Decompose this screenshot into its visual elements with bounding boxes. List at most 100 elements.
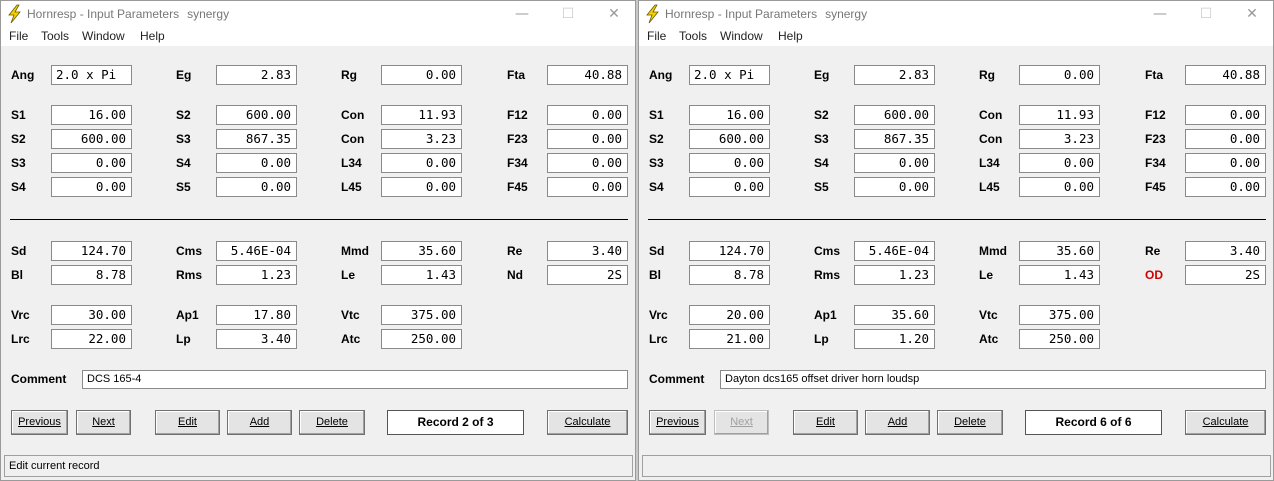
minimize-button[interactable]: — bbox=[499, 1, 545, 28]
field-s4[interactable]: 0.00 bbox=[854, 153, 935, 173]
field-l45[interactable]: 0.00 bbox=[1019, 177, 1100, 197]
label-nd[interactable]: Nd bbox=[507, 268, 523, 282]
field-f34[interactable]: 0.00 bbox=[1185, 153, 1266, 173]
field-s4[interactable]: 0.00 bbox=[216, 153, 297, 173]
field-f23[interactable]: 0.00 bbox=[1185, 129, 1266, 149]
field-re[interactable]: 3.40 bbox=[1185, 241, 1266, 261]
menu-window[interactable]: Window bbox=[720, 29, 763, 43]
menu-tools[interactable]: Tools bbox=[41, 29, 69, 43]
field-s3[interactable]: 867.35 bbox=[854, 129, 935, 149]
field-ap1[interactable]: 35.60 bbox=[854, 305, 935, 325]
field-bl[interactable]: 8.78 bbox=[51, 265, 132, 285]
previous-button[interactable]: Previous bbox=[11, 410, 68, 435]
label-comment: Comment bbox=[11, 372, 67, 386]
field-f12[interactable]: 0.00 bbox=[1185, 105, 1266, 125]
field-con-2[interactable]: 3.23 bbox=[1019, 129, 1100, 149]
edit-button[interactable]: Edit bbox=[155, 410, 220, 435]
maximize-button[interactable]: ☐ bbox=[1183, 1, 1229, 28]
field-eg[interactable]: 2.83 bbox=[854, 65, 935, 85]
field-sd[interactable]: 124.70 bbox=[51, 241, 132, 261]
field-s1[interactable]: 16.00 bbox=[51, 105, 132, 125]
field-rg[interactable]: 0.00 bbox=[381, 65, 462, 85]
field-con-1[interactable]: 11.93 bbox=[1019, 105, 1100, 125]
field-rg[interactable]: 0.00 bbox=[1019, 65, 1100, 85]
field-lp[interactable]: 1.20 bbox=[854, 329, 935, 349]
field-atc[interactable]: 250.00 bbox=[381, 329, 462, 349]
field-vrc[interactable]: 20.00 bbox=[689, 305, 770, 325]
field-atc[interactable]: 250.00 bbox=[1019, 329, 1100, 349]
comment-field[interactable]: DCS 165-4 bbox=[82, 370, 628, 389]
field-l45[interactable]: 0.00 bbox=[381, 177, 462, 197]
field-sd[interactable]: 124.70 bbox=[689, 241, 770, 261]
calculate-button[interactable]: Calculate bbox=[547, 410, 628, 435]
field-re[interactable]: 3.40 bbox=[547, 241, 628, 261]
field-ap1[interactable]: 17.80 bbox=[216, 305, 297, 325]
minimize-button[interactable]: — bbox=[1137, 1, 1183, 28]
field-fta[interactable]: 40.88 bbox=[1185, 65, 1266, 85]
menu-help[interactable]: Help bbox=[778, 29, 803, 43]
field-bl[interactable]: 8.78 bbox=[689, 265, 770, 285]
field-s5[interactable]: 0.00 bbox=[854, 177, 935, 197]
delete-button[interactable]: Delete bbox=[299, 410, 365, 435]
delete-button[interactable]: Delete bbox=[937, 410, 1003, 435]
next-button[interactable]: Next bbox=[76, 410, 131, 435]
field-vtc[interactable]: 375.00 bbox=[381, 305, 462, 325]
field-f45[interactable]: 0.00 bbox=[1185, 177, 1266, 197]
field-f12[interactable]: 0.00 bbox=[547, 105, 628, 125]
menu-file[interactable]: File bbox=[9, 29, 28, 43]
field-l34[interactable]: 0.00 bbox=[381, 153, 462, 173]
field-eg[interactable]: 2.83 bbox=[216, 65, 297, 85]
field-le[interactable]: 1.43 bbox=[1019, 265, 1100, 285]
field-s3[interactable]: 867.35 bbox=[216, 129, 297, 149]
field-ang[interactable]: 2.0 x Pi bbox=[689, 65, 770, 85]
title-bar[interactable]: Hornresp - Input Parameters synergy — ☐ ✕ bbox=[1, 1, 635, 28]
field-s5[interactable]: 0.00 bbox=[216, 177, 297, 197]
field-vtc[interactable]: 375.00 bbox=[1019, 305, 1100, 325]
field-rms[interactable]: 1.23 bbox=[854, 265, 935, 285]
field-lrc[interactable]: 22.00 bbox=[51, 329, 132, 349]
field-f45[interactable]: 0.00 bbox=[547, 177, 628, 197]
field-fta[interactable]: 40.88 bbox=[547, 65, 628, 85]
field-s4[interactable]: 0.00 bbox=[689, 177, 770, 197]
field-cms[interactable]: 5.46E-04 bbox=[854, 241, 935, 261]
add-button[interactable]: Add bbox=[865, 410, 930, 435]
menu-help[interactable]: Help bbox=[140, 29, 165, 43]
field-s1[interactable]: 16.00 bbox=[689, 105, 770, 125]
previous-button[interactable]: Previous bbox=[649, 410, 706, 435]
close-button[interactable]: ✕ bbox=[1229, 1, 1274, 28]
add-button[interactable]: Add bbox=[227, 410, 292, 435]
field-s2[interactable]: 600.00 bbox=[689, 129, 770, 149]
field-nd[interactable]: 2S bbox=[547, 265, 628, 285]
field-f23[interactable]: 0.00 bbox=[547, 129, 628, 149]
field-s4[interactable]: 0.00 bbox=[51, 177, 132, 197]
field-s2[interactable]: 600.00 bbox=[216, 105, 297, 125]
field-con-1[interactable]: 11.93 bbox=[381, 105, 462, 125]
calculate-button[interactable]: Calculate bbox=[1185, 410, 1266, 435]
field-lp[interactable]: 3.40 bbox=[216, 329, 297, 349]
menu-file[interactable]: File bbox=[647, 29, 666, 43]
field-con-2[interactable]: 3.23 bbox=[381, 129, 462, 149]
field-od[interactable]: 2S bbox=[1185, 265, 1266, 285]
menu-tools[interactable]: Tools bbox=[679, 29, 707, 43]
edit-button[interactable]: Edit bbox=[793, 410, 858, 435]
field-s3[interactable]: 0.00 bbox=[51, 153, 132, 173]
title-bar[interactable]: Hornresp - Input Parameters synergy — ☐ ✕ bbox=[639, 1, 1273, 28]
field-cms[interactable]: 5.46E-04 bbox=[216, 241, 297, 261]
field-s2[interactable]: 600.00 bbox=[51, 129, 132, 149]
field-ang[interactable]: 2.0 x Pi bbox=[51, 65, 132, 85]
field-lrc[interactable]: 21.00 bbox=[689, 329, 770, 349]
field-mmd[interactable]: 35.60 bbox=[381, 241, 462, 261]
field-le[interactable]: 1.43 bbox=[381, 265, 462, 285]
field-rms[interactable]: 1.23 bbox=[216, 265, 297, 285]
comment-field[interactable]: Dayton dcs165 offset driver horn loudsp bbox=[720, 370, 1266, 389]
field-l34[interactable]: 0.00 bbox=[1019, 153, 1100, 173]
field-mmd[interactable]: 35.60 bbox=[1019, 241, 1100, 261]
menu-window[interactable]: Window bbox=[82, 29, 125, 43]
field-s3[interactable]: 0.00 bbox=[689, 153, 770, 173]
field-vrc[interactable]: 30.00 bbox=[51, 305, 132, 325]
close-button[interactable]: ✕ bbox=[591, 1, 637, 28]
field-s2[interactable]: 600.00 bbox=[854, 105, 935, 125]
label-od[interactable]: OD bbox=[1145, 268, 1163, 282]
field-f34[interactable]: 0.00 bbox=[547, 153, 628, 173]
maximize-button[interactable]: ☐ bbox=[545, 1, 591, 28]
